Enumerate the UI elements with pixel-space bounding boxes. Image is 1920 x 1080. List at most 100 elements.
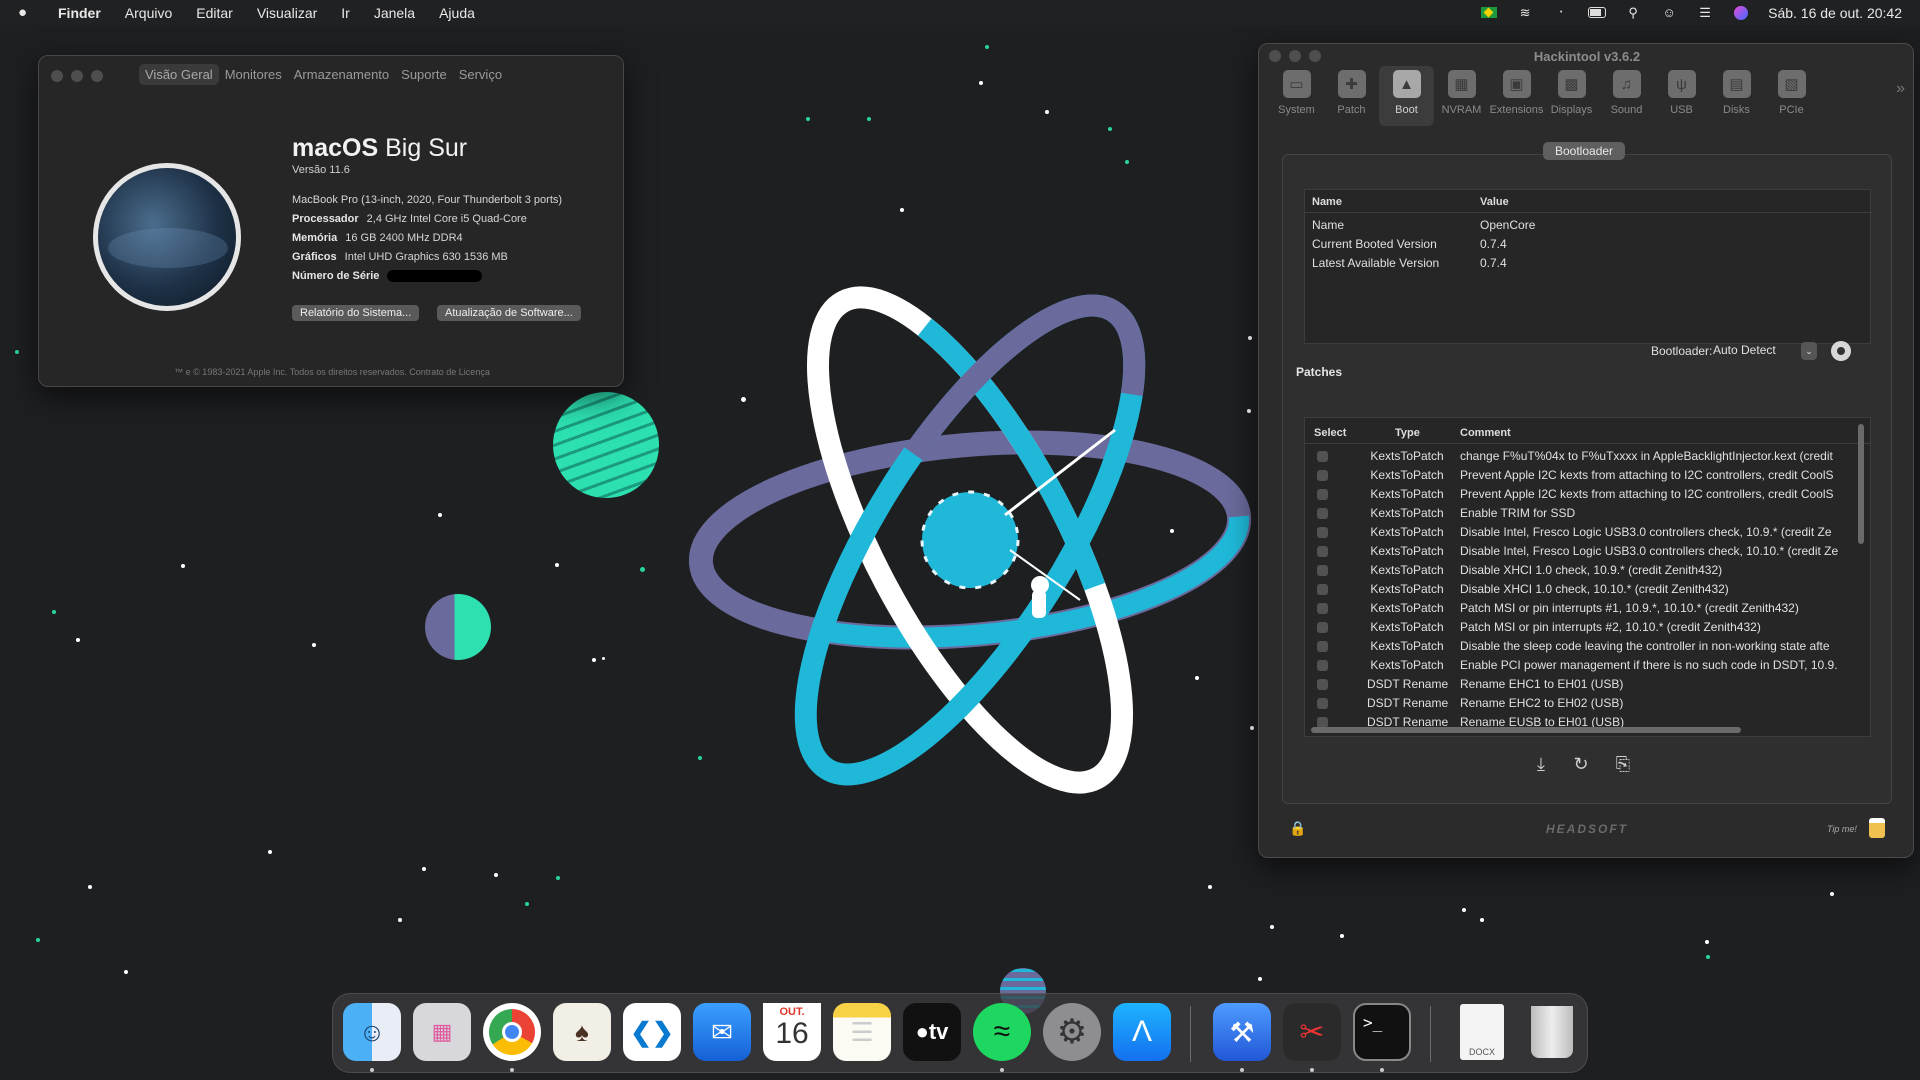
- tip-me-label[interactable]: Tip me!: [1827, 824, 1857, 834]
- patch-checkbox[interactable]: [1317, 451, 1328, 462]
- model-name: MacBook Pro (13-inch, 2020, Four Thunder…: [292, 194, 563, 206]
- running-indicator: [1310, 1068, 1314, 1072]
- dock-separator: [1190, 1006, 1191, 1062]
- dock-spotify[interactable]: ≈: [973, 1003, 1031, 1061]
- tab-nvram[interactable]: ▦ NVRAM: [1434, 66, 1489, 126]
- patch-checkbox[interactable]: [1317, 603, 1328, 614]
- apple-menu-icon[interactable]: ●: [18, 4, 40, 21]
- bluetooth-icon[interactable]: ᛫: [1552, 5, 1570, 20]
- dock-calendar[interactable]: OUT. 16: [763, 1003, 821, 1061]
- control-center-icon[interactable]: ☰: [1696, 5, 1714, 20]
- menu-clock[interactable]: Sáb. 16 de out. 20:42: [1768, 5, 1902, 21]
- wifi-icon[interactable]: ≋: [1516, 5, 1534, 20]
- patch-checkbox[interactable]: [1317, 527, 1328, 538]
- menu-visualizar[interactable]: Visualizar: [257, 5, 317, 21]
- patch-checkbox[interactable]: [1317, 546, 1328, 557]
- patch-checkbox[interactable]: [1317, 470, 1328, 481]
- menu-editar[interactable]: Editar: [196, 5, 233, 21]
- tab-patch[interactable]: ✚ Patch: [1324, 66, 1379, 126]
- tab-disks[interactable]: ▤ Disks: [1709, 66, 1764, 126]
- dock-appletv[interactable]: ●tv: [903, 1003, 961, 1061]
- dock-scissors-app[interactable]: ✂: [1283, 1003, 1341, 1061]
- detect-radio[interactable]: [1831, 341, 1851, 361]
- column-header-name[interactable]: Name: [1312, 196, 1342, 208]
- patch-comment: Prevent Apple I2C kexts from attaching t…: [1460, 487, 1834, 501]
- tab-monitores[interactable]: Monitores: [219, 64, 288, 85]
- dock-mail[interactable]: ✉: [693, 1003, 751, 1061]
- user-icon[interactable]: ☺: [1660, 5, 1678, 20]
- patch-checkbox[interactable]: [1317, 641, 1328, 652]
- star: [422, 867, 426, 871]
- menu-ajuda[interactable]: Ajuda: [439, 5, 475, 21]
- card-icon: ▧: [1777, 70, 1806, 98]
- tab-sound[interactable]: ♫ Sound: [1599, 66, 1654, 126]
- patch-checkbox[interactable]: [1317, 508, 1328, 519]
- menu-ir[interactable]: Ir: [341, 5, 350, 21]
- dock-coteditor[interactable]: ♠: [553, 1003, 611, 1061]
- zoom-button[interactable]: [91, 70, 103, 82]
- dock-finder[interactable]: ☺: [343, 1003, 401, 1061]
- dock-app-store[interactable]: Λ: [1113, 1003, 1171, 1061]
- horizontal-scrollbar[interactable]: [1311, 727, 1741, 733]
- close-button[interactable]: [51, 70, 63, 82]
- tab-boot[interactable]: ▲ Boot: [1379, 66, 1434, 126]
- column-header-value[interactable]: Value: [1480, 196, 1509, 208]
- column-header-type[interactable]: Type: [1395, 427, 1420, 439]
- battery-icon[interactable]: [1588, 6, 1607, 20]
- dock-chrome[interactable]: [483, 1003, 541, 1061]
- dock-document[interactable]: DOCX: [1453, 1003, 1511, 1061]
- tab-system[interactable]: ▭ System: [1269, 66, 1324, 126]
- tab-bootloader[interactable]: Bootloader: [1543, 142, 1626, 160]
- patch-type: DSDT Rename: [1367, 696, 1449, 710]
- patch-checkbox[interactable]: [1317, 584, 1328, 595]
- patch-checkbox[interactable]: [1317, 660, 1328, 671]
- column-header-comment[interactable]: Comment: [1460, 427, 1511, 439]
- vertical-scrollbar[interactable]: [1858, 424, 1864, 544]
- dock-terminal[interactable]: >_: [1353, 1003, 1411, 1061]
- minimize-button[interactable]: [71, 70, 83, 82]
- chevron-right-icon[interactable]: »: [1896, 80, 1905, 98]
- menu-arquivo[interactable]: Arquivo: [125, 5, 172, 21]
- system-report-button[interactable]: Relatório do Sistema...: [292, 305, 420, 321]
- column-header-select[interactable]: Select: [1314, 427, 1346, 439]
- dock-vscode[interactable]: ❮❯: [623, 1003, 681, 1061]
- patches-title: Patches: [1296, 365, 1343, 379]
- info-key: Latest Available Version: [1312, 256, 1440, 270]
- flag-icon[interactable]: [1480, 6, 1498, 20]
- siri-icon[interactable]: [1732, 5, 1750, 20]
- docx-label: DOCX: [1468, 1047, 1495, 1057]
- running-indicator: [1000, 1068, 1004, 1072]
- tab-suporte[interactable]: Suporte: [395, 64, 453, 85]
- dock-system-preferences[interactable]: ⚙: [1043, 1003, 1101, 1061]
- envelope-icon: ✉: [711, 1016, 733, 1047]
- tab-extensions[interactable]: ▣ Extensions: [1489, 66, 1544, 126]
- menu-extras: ≋ ᛫ ⚲ ☺ ☰ Sáb. 16 de out. 20:42: [1480, 0, 1902, 25]
- patch-checkbox[interactable]: [1317, 622, 1328, 633]
- dock-notes[interactable]: ☰: [833, 1003, 891, 1061]
- tab-visao-geral[interactable]: Visão Geral: [139, 64, 219, 85]
- star: [806, 117, 810, 121]
- tab-servico[interactable]: Serviço: [453, 64, 508, 85]
- patch-checkbox[interactable]: [1317, 489, 1328, 500]
- menu-finder[interactable]: Finder: [58, 5, 101, 21]
- patch-checkbox[interactable]: [1317, 565, 1328, 576]
- dock-launchpad[interactable]: ▦: [413, 1003, 471, 1061]
- refresh-icon[interactable]: ↻: [1570, 754, 1592, 776]
- menu-janela[interactable]: Janela: [374, 5, 415, 21]
- tab-armazenamento[interactable]: Armazenamento: [288, 64, 395, 85]
- beer-icon[interactable]: [1869, 818, 1885, 838]
- dock-trash[interactable]: [1523, 1003, 1581, 1061]
- dock: ☺ ▦ ♠ ❮❯ ✉ OUT. 16 ☰ ●tv ≈ ⚙ Λ ⚒ ✂ >_ DOC…: [332, 993, 1588, 1073]
- software-update-button[interactable]: Atualização de Software...: [437, 305, 581, 321]
- patch-checkbox[interactable]: [1317, 679, 1328, 690]
- tab-displays[interactable]: ▩ Displays: [1544, 66, 1599, 126]
- tab-pcie[interactable]: ▧ PCIe: [1764, 66, 1819, 126]
- export-icon[interactable]: ⎘: [1612, 754, 1634, 776]
- download-icon[interactable]: ⤓: [1530, 754, 1552, 776]
- patch-checkbox[interactable]: [1317, 698, 1328, 709]
- tab-usb[interactable]: ψ USB: [1654, 66, 1709, 126]
- search-icon[interactable]: ⚲: [1624, 5, 1642, 20]
- tab-label: Boot: [1395, 104, 1418, 116]
- dock-xcode[interactable]: ⚒: [1213, 1003, 1271, 1061]
- bootloader-select[interactable]: Auto Detect ⌄: [1707, 341, 1817, 361]
